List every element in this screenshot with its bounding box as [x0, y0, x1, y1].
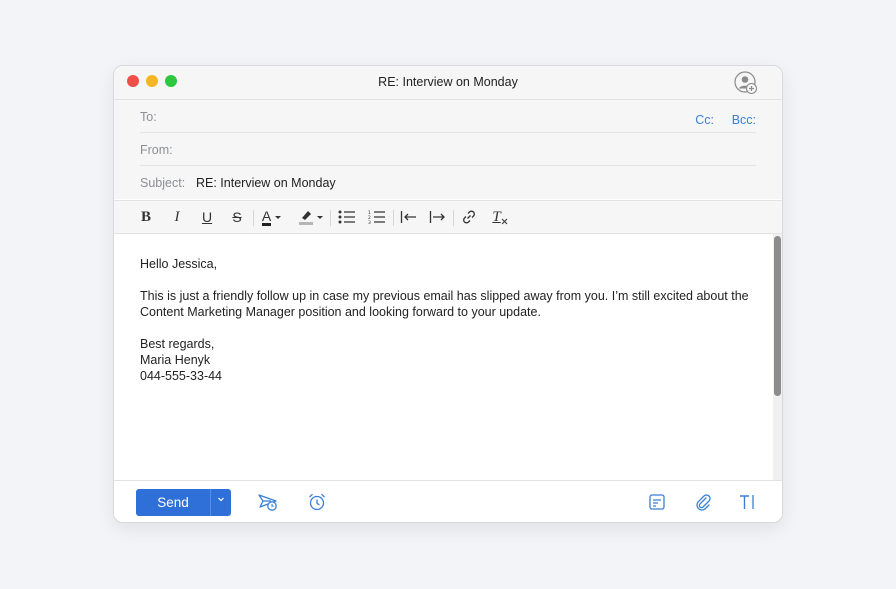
- message-body[interactable]: Hello Jessica, This is just a friendly f…: [140, 256, 760, 384]
- clear-format-button[interactable]: T: [489, 207, 511, 227]
- link-icon: [463, 210, 475, 224]
- outdent-icon: [400, 211, 416, 223]
- attach-button[interactable]: [692, 491, 714, 513]
- compose-footer: Send: [114, 480, 782, 522]
- italic-button[interactable]: I: [169, 207, 185, 227]
- subject-label: Subject:: [140, 176, 186, 190]
- bullet-list-button[interactable]: [337, 207, 357, 227]
- chevron-down-icon: [218, 497, 224, 502]
- strikethrough-button[interactable]: S: [229, 207, 245, 227]
- toolbar-divider: [453, 210, 454, 226]
- closing-text: Best regards,: [140, 337, 215, 351]
- underline-button[interactable]: U: [199, 207, 215, 227]
- scrollbar-thumb[interactable]: [774, 236, 781, 396]
- toolbar-divider: [393, 210, 394, 226]
- from-label: From:: [140, 143, 173, 157]
- numbered-list-icon: 1 2 3: [368, 210, 385, 224]
- window-title: RE: Interview on Monday: [378, 75, 518, 89]
- send-options-button[interactable]: [211, 495, 231, 505]
- bcc-button[interactable]: Bcc:: [732, 113, 756, 127]
- reminder-button[interactable]: [306, 491, 328, 513]
- add-contact-button[interactable]: [733, 70, 759, 96]
- send-later-icon: [258, 494, 277, 511]
- bold-button[interactable]: B: [138, 207, 154, 227]
- indent-button[interactable]: [428, 207, 448, 227]
- toolbar-divider: [253, 210, 254, 226]
- template-icon: [649, 494, 665, 510]
- svg-text:3: 3: [368, 220, 371, 224]
- subject-row[interactable]: Subject: RE: Interview on Monday: [140, 166, 756, 199]
- insert-link-button[interactable]: [459, 207, 479, 227]
- signature-phone: 044-555-33-44: [140, 369, 223, 383]
- toolbar-divider: [330, 210, 331, 226]
- bullet-list-icon: [338, 210, 355, 224]
- title-bar: RE: Interview on Monday: [114, 66, 782, 100]
- message-headers: To: Cc: Bcc: From: Subject: RE: Intervie…: [114, 100, 782, 199]
- highlight-button[interactable]: [297, 207, 325, 227]
- send-button-group: Send: [136, 489, 231, 516]
- from-row[interactable]: From:: [140, 133, 756, 166]
- compose-window: RE: Interview on Monday To: Cc: Bcc: Fro…: [113, 65, 783, 523]
- greeting-text: Hello Jessica,: [140, 257, 218, 271]
- text-color-button[interactable]: A: [258, 207, 286, 227]
- clear-format-icon: T: [492, 208, 501, 225]
- cc-button[interactable]: Cc:: [695, 113, 714, 127]
- templates-button[interactable]: [646, 491, 668, 513]
- body-text: This is just a friendly follow up in cas…: [140, 289, 749, 319]
- signature-name: Maria Henyk: [140, 353, 211, 367]
- to-label: To:: [140, 110, 157, 124]
- indent-icon: [429, 211, 445, 223]
- highlight-icon: [299, 211, 313, 225]
- outdent-button[interactable]: [399, 207, 419, 227]
- format-toolbar: B I U S A 1 2 3 T: [114, 200, 782, 234]
- attachment-icon: [696, 494, 711, 511]
- add-contact-icon: [734, 71, 758, 95]
- to-row[interactable]: To: Cc: Bcc:: [140, 100, 756, 133]
- x-icon: [501, 218, 508, 224]
- send-button[interactable]: Send: [136, 495, 210, 510]
- subject-field[interactable]: RE: Interview on Monday: [196, 176, 336, 190]
- numbered-list-button[interactable]: 1 2 3: [367, 207, 387, 227]
- chevron-down-icon: [317, 216, 323, 219]
- chevron-down-icon: [275, 216, 282, 219]
- alarm-clock-icon: [309, 493, 325, 511]
- formatting-toggle-button[interactable]: [736, 491, 758, 513]
- text-color-label: A: [261, 207, 272, 226]
- font-size-icon: [740, 495, 754, 509]
- send-later-button[interactable]: [257, 491, 279, 513]
